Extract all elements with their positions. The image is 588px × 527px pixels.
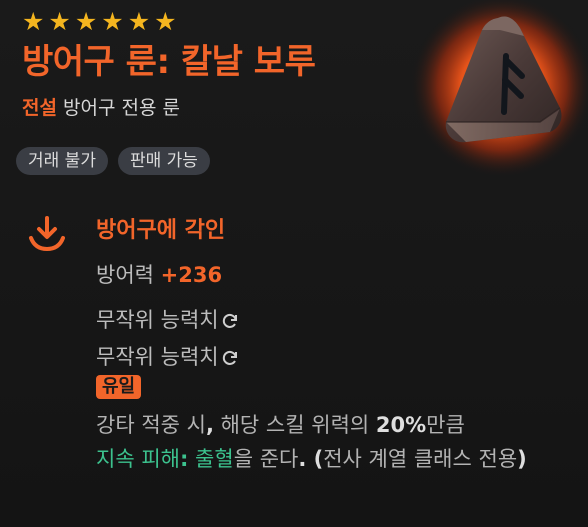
desc-effect-keyword: 지속 피해 (96, 447, 180, 471)
star-icon: ★ (22, 7, 45, 36)
defense-value: +236 (160, 263, 223, 287)
item-tooltip: ★ ★ ★ ★ ★ ★ 방어구 룬: 칼날 보루 전설 방어구 전용 룬 거래 … (0, 0, 588, 527)
star-icon: ★ (101, 7, 124, 36)
star-icon: ★ (48, 7, 71, 36)
desc-text: 만큼 (426, 413, 465, 437)
desc-text: 을 준다 (233, 447, 299, 471)
desc-class-restriction: 전사 계열 클래스 전용 (323, 447, 518, 471)
star-icon: ★ (127, 7, 151, 36)
desc-text: . ( (298, 447, 324, 471)
grade-label: 전설 (22, 97, 57, 119)
desc-text: 해당 스킬 위력의 (213, 413, 376, 437)
engrave-title: 방어구에 각인 (96, 218, 226, 243)
star-icon: ★ (74, 7, 98, 36)
item-subtitle: 전설 방어구 전용 룬 (22, 93, 180, 120)
desc-text: ) (517, 447, 527, 471)
random-stat-1: 무작위 능력치 (96, 304, 239, 334)
item-type-label: 방어구 전용 룬 (63, 97, 180, 119)
item-title: 방어구 룬: 칼날 보루 (22, 42, 316, 82)
desc-text: 강타 적중 시 (96, 413, 206, 437)
desc-percent: 20% (375, 413, 427, 437)
random-stat-2: 무작위 능력치 (96, 341, 239, 371)
engrave-download-icon (29, 216, 65, 252)
desc-effect-keyword: 출혈 (188, 447, 234, 471)
defense-label: 방어력 (96, 263, 154, 287)
rarity-stars: ★ ★ ★ ★ ★ ★ (22, 9, 177, 35)
desc-text: , (205, 413, 214, 437)
random-stat-label: 무작위 능력치 (96, 308, 219, 332)
reroll-icon[interactable] (221, 349, 239, 367)
tag-untradable: 거래 불가 (16, 147, 108, 175)
unique-badge: 유일 (96, 375, 142, 399)
star-icon: ★ (154, 7, 177, 36)
defense-stat: 방어력 +236 (96, 259, 222, 289)
effect-description: 강타 적중 시, 해당 스킬 위력의 20%만큼 지속 피해: 출혈을 준다. … (96, 408, 566, 476)
tag-list: 거래 불가 판매 가능 (16, 147, 210, 175)
reroll-icon[interactable] (221, 312, 239, 330)
tag-sellable: 판매 가능 (117, 147, 210, 175)
armor-rune-icon (400, 0, 588, 178)
random-stat-label: 무작위 능력치 (96, 345, 219, 369)
